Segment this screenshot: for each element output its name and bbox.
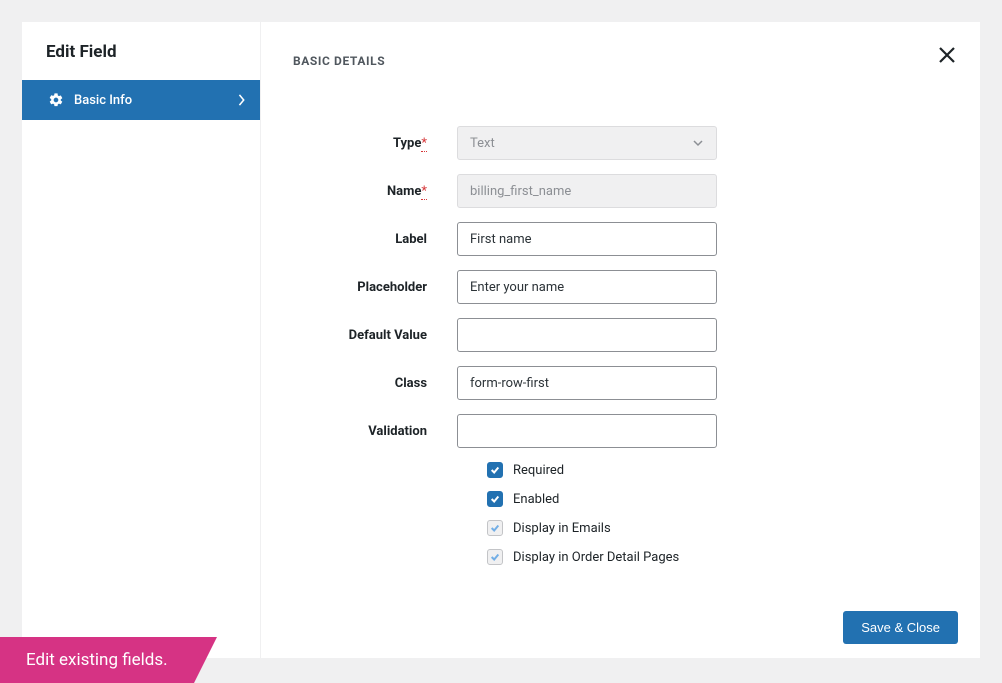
display-emails-checkbox[interactable]	[487, 520, 503, 536]
check-display-order: Display in Order Detail Pages	[293, 549, 948, 565]
label-default: Default Value	[293, 328, 457, 343]
chevron-right-icon	[238, 94, 246, 106]
label-placeholder: Placeholder	[293, 280, 457, 295]
class-input[interactable]	[457, 366, 717, 400]
row-type: Type* Text	[293, 126, 948, 160]
row-placeholder: Placeholder	[293, 270, 948, 304]
row-class: Class	[293, 366, 948, 400]
check-required: Required	[293, 462, 948, 478]
default-input[interactable]	[457, 318, 717, 352]
close-button[interactable]	[938, 46, 956, 64]
row-default: Default Value	[293, 318, 948, 352]
type-select[interactable]: Text	[457, 126, 717, 160]
check-display-emails: Display in Emails	[293, 520, 948, 536]
chevron-down-icon	[692, 137, 704, 149]
label-type: Type*	[293, 136, 457, 151]
label-class: Class	[293, 376, 457, 391]
type-select-value: Text	[470, 136, 495, 151]
name-input[interactable]	[457, 174, 717, 208]
row-label: Label	[293, 222, 948, 256]
enabled-checkbox[interactable]	[487, 491, 503, 507]
sidebar-item-label: Basic Info	[74, 93, 238, 108]
enabled-checkbox-label: Enabled	[513, 492, 559, 507]
required-checkbox[interactable]	[487, 462, 503, 478]
section-title: BASIC DETAILS	[261, 22, 980, 68]
modal: Edit Field Basic Info BASIC DETAILS Type…	[22, 22, 980, 658]
sidebar-header: Edit Field	[22, 22, 260, 80]
footer: Save & Close	[261, 596, 980, 658]
label-name: Name*	[293, 184, 457, 199]
validation-input[interactable]	[457, 414, 717, 448]
display-order-checkbox[interactable]	[487, 549, 503, 565]
label-input[interactable]	[457, 222, 717, 256]
main-panel: BASIC DETAILS Type* Text Name*	[260, 22, 980, 658]
check-icon	[490, 552, 500, 562]
ribbon-text: Edit existing fields.	[26, 650, 168, 670]
gear-icon	[48, 92, 64, 108]
required-checkbox-label: Required	[513, 463, 564, 478]
required-indicator: *	[421, 184, 427, 200]
check-icon	[490, 523, 500, 533]
label-label: Label	[293, 232, 457, 247]
sidebar: Edit Field Basic Info	[22, 22, 260, 658]
annotation-ribbon: Edit existing fields.	[0, 637, 194, 683]
check-icon	[490, 494, 500, 504]
placeholder-input[interactable]	[457, 270, 717, 304]
check-icon	[490, 465, 500, 475]
sidebar-item-basic-info[interactable]: Basic Info	[22, 80, 260, 120]
form: Type* Text Name* Label	[293, 126, 948, 578]
display-order-checkbox-label: Display in Order Detail Pages	[513, 550, 679, 565]
checkbox-group: Required Enabled Display in Emails	[293, 462, 948, 565]
save-close-button[interactable]: Save & Close	[843, 611, 958, 644]
row-validation: Validation	[293, 414, 948, 448]
label-validation: Validation	[293, 424, 457, 439]
row-name: Name*	[293, 174, 948, 208]
display-emails-checkbox-label: Display in Emails	[513, 521, 611, 536]
check-enabled: Enabled	[293, 491, 948, 507]
close-icon	[938, 46, 956, 64]
required-indicator: *	[421, 136, 427, 152]
sidebar-title: Edit Field	[46, 42, 236, 62]
